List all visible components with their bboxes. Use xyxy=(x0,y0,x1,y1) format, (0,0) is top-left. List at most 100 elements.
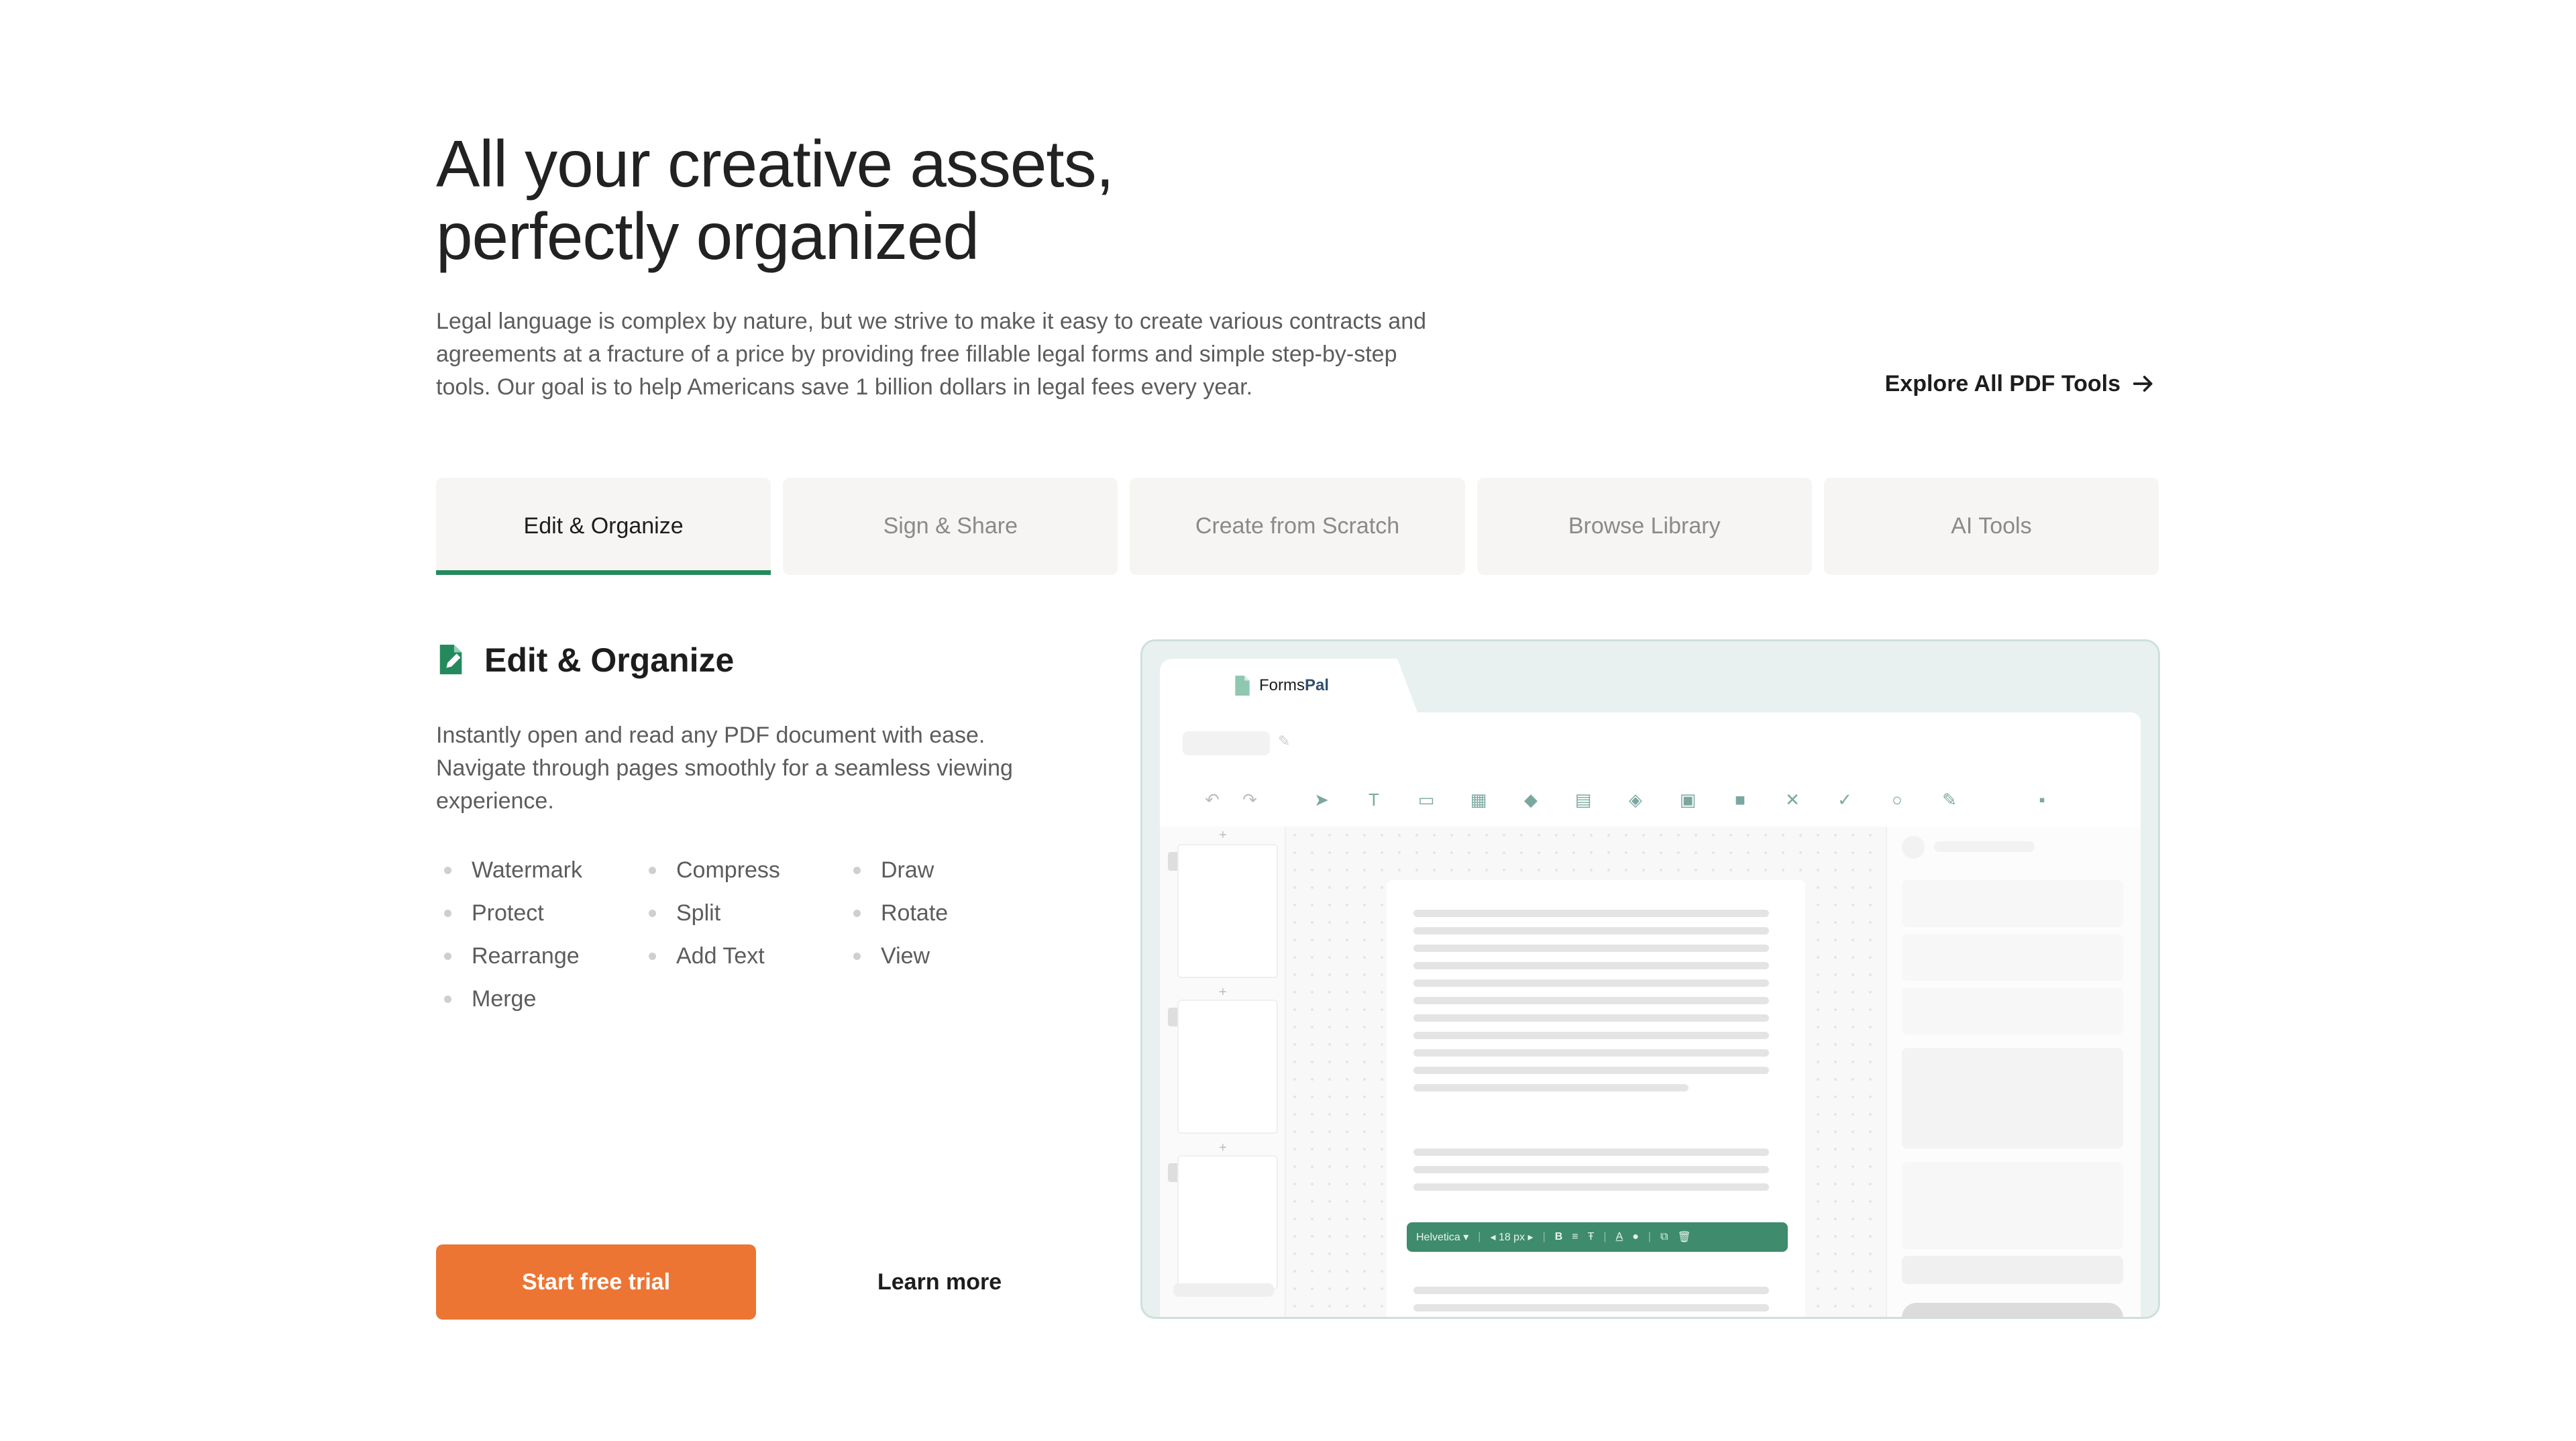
panel-group xyxy=(1902,1048,2123,1149)
text-line xyxy=(1413,997,1769,1004)
text-color-icon: A xyxy=(1615,1231,1623,1242)
panel-row xyxy=(1902,988,2123,1034)
text-line xyxy=(1413,1304,1769,1312)
feature-item: Split xyxy=(641,892,845,935)
feature-item: Merge xyxy=(436,977,641,1020)
filename-placeholder xyxy=(1183,731,1270,755)
page-thumbnail xyxy=(1177,844,1278,978)
feature-item: Protect xyxy=(436,892,641,935)
hero-description: Legal language is complex by nature, but… xyxy=(436,309,1427,400)
panel-heading xyxy=(1934,841,2035,852)
feature-item: Rearrange xyxy=(436,935,641,977)
add-page-icon: + xyxy=(1219,828,1227,843)
feature-spacer xyxy=(641,977,845,1020)
check-icon: ✓ xyxy=(1837,789,1852,810)
text-line xyxy=(1413,1166,1769,1173)
panel-row xyxy=(1902,934,2123,981)
panel-field xyxy=(1902,1256,2123,1284)
feature-item: Rotate xyxy=(845,892,1050,935)
feature-item: Add Text xyxy=(641,935,845,977)
save-icon: ▪ xyxy=(2039,789,2045,810)
hero-title-line-1: All your creative assets, xyxy=(436,127,1114,201)
color-dot-icon: ● xyxy=(1632,1231,1639,1242)
properties-panel xyxy=(1886,826,2141,1317)
text-line xyxy=(1413,1014,1769,1022)
tab-label: Browse Library xyxy=(1568,513,1721,539)
page-thumbnail xyxy=(1177,1000,1278,1134)
tab-label: Create from Scratch xyxy=(1195,513,1400,539)
tab-browse-library[interactable]: Browse Library xyxy=(1477,478,1812,575)
start-free-trial-button[interactable]: Start free trial xyxy=(436,1244,756,1320)
panel-button xyxy=(1902,1303,2123,1317)
text-line xyxy=(1413,945,1769,952)
highlight-icon: ◈ xyxy=(1629,789,1642,810)
add-page-icon: + xyxy=(1219,1140,1227,1155)
text-line xyxy=(1413,1067,1769,1074)
text-line xyxy=(1413,1183,1769,1191)
text-line xyxy=(1413,927,1769,935)
mockup-logo: FormsPal xyxy=(1259,676,1330,694)
copy-icon: ⧉ xyxy=(1660,1231,1668,1242)
redo-icon: ↷ xyxy=(1242,789,1257,810)
align-icon: ≡ xyxy=(1572,1231,1578,1242)
bold-icon: B xyxy=(1554,1231,1563,1242)
section-header: Edit & Organize xyxy=(436,641,734,680)
feature-list: Watermark Protect Rearrange Merge Compre… xyxy=(436,849,1060,1020)
shape-icon: ■ xyxy=(1735,789,1746,810)
text-line xyxy=(1413,962,1769,969)
image-icon: ▣ xyxy=(1679,789,1697,810)
add-page-icon: + xyxy=(1219,985,1227,1000)
feature-tabs: Edit & Organize Sign & Share Create from… xyxy=(436,478,2159,575)
section-title: Edit & Organize xyxy=(484,641,735,679)
tab-label: Sign & Share xyxy=(883,513,1018,539)
tab-sign-share[interactable]: Sign & Share xyxy=(783,478,1118,575)
textbox-icon: ▭ xyxy=(1417,789,1435,810)
panel-row xyxy=(1902,880,2123,927)
hero-title: All your creative assets, perfectly orga… xyxy=(436,127,1114,272)
section-description: Instantly open and read any PDF document… xyxy=(436,723,1013,814)
thumbnail-footer xyxy=(1173,1283,1274,1297)
panel-group xyxy=(1902,1162,2123,1249)
divider: | xyxy=(1603,1231,1607,1242)
document-canvas: Helvetica ▾ | ◂ 18 px ▸ | B ≡ Ŧ | A ● | … xyxy=(1286,826,1886,1317)
text-icon: T xyxy=(1368,789,1379,810)
document-edit-icon xyxy=(439,645,462,675)
feature-item: Compress xyxy=(641,849,845,892)
cross-icon: ✕ xyxy=(1785,789,1800,810)
text-line xyxy=(1413,979,1769,987)
text-line xyxy=(1413,1049,1769,1057)
font-size-stepper: ◂ 18 px ▸ xyxy=(1490,1232,1534,1243)
text-line xyxy=(1413,910,1769,917)
feature-item: View xyxy=(845,935,1050,977)
page-thumbnail xyxy=(1177,1155,1278,1289)
editor-mockup: FormsPal ✎ ↶ ↷ ➤ T ▭ ▦ ◆ ▤ ◈ ▣ ■ ✕ ✓ ○ ✎… xyxy=(1140,639,2160,1319)
divider: | xyxy=(1648,1231,1652,1242)
tab-edit-organize[interactable]: Edit & Organize xyxy=(436,478,771,575)
strikethrough-icon: Ŧ xyxy=(1587,1231,1595,1242)
file-icon xyxy=(1235,676,1250,696)
tab-ai-tools[interactable]: AI Tools xyxy=(1823,478,2159,575)
feature-item: Draw xyxy=(845,849,1050,892)
pencil-icon: ✎ xyxy=(1278,733,1291,749)
circle-icon: ○ xyxy=(1892,789,1902,810)
tab-label: Edit & Organize xyxy=(523,513,684,539)
text-line xyxy=(1413,1084,1688,1091)
eraser-icon: ◆ xyxy=(1524,789,1538,810)
cursor-icon: ➤ xyxy=(1314,789,1329,810)
hero-title-line-2: perfectly organized xyxy=(436,199,979,273)
learn-more-link[interactable]: Learn more xyxy=(877,1269,1002,1295)
panel-avatar xyxy=(1902,836,1925,859)
table-icon: ▦ xyxy=(1470,789,1487,810)
divider: | xyxy=(1478,1231,1481,1242)
explore-label: Explore All PDF Tools xyxy=(1884,370,2121,396)
note-icon: ▤ xyxy=(1574,789,1592,810)
tab-create-from-scratch[interactable]: Create from Scratch xyxy=(1130,478,1465,575)
text-format-toolbar: Helvetica ▾ | ◂ 18 px ▸ | B ≡ Ŧ | A ● | … xyxy=(1407,1222,1788,1252)
tab-label: AI Tools xyxy=(1951,513,2032,539)
text-line xyxy=(1413,1287,1769,1294)
divider: | xyxy=(1542,1231,1546,1242)
explore-all-pdf-tools-link[interactable]: Explore All PDF Tools xyxy=(1885,370,2157,397)
feature-item: Watermark xyxy=(436,849,641,892)
mockup-editor: ✎ ↶ ↷ ➤ T ▭ ▦ ◆ ▤ ◈ ▣ ■ ✕ ✓ ○ ✎ ▪ + + + … xyxy=(1160,712,2141,1317)
pen-icon: ✎ xyxy=(1942,789,1957,810)
